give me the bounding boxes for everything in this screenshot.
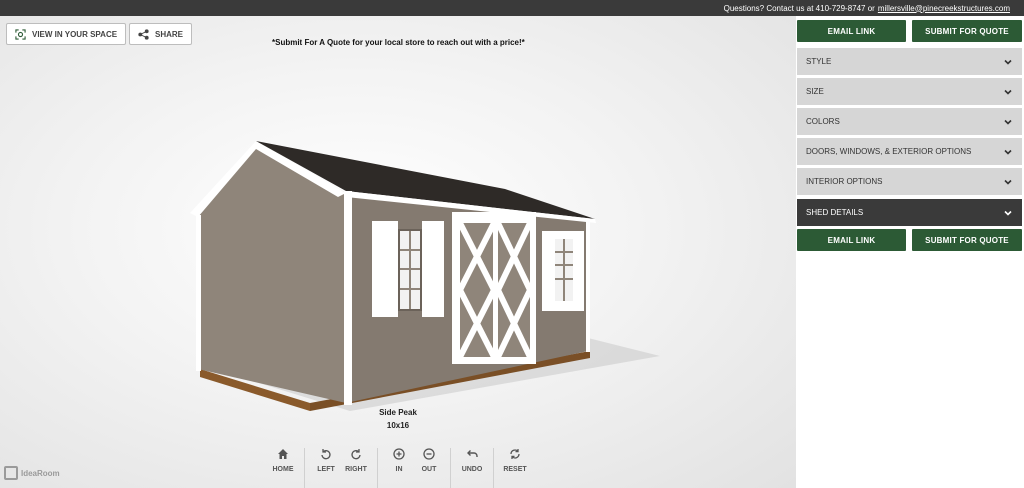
chevron-down-icon xyxy=(1004,210,1012,216)
section-doors-windows-exterior[interactable]: DOORS, WINDOWS, & EXTERIOR OPTIONS xyxy=(797,138,1022,165)
view-controls: HOME LEFT RIGHT IN OUT UNDO RESET xyxy=(262,448,536,488)
section-shed-details[interactable]: SHED DETAILS xyxy=(797,199,1022,226)
home-label: HOME xyxy=(272,466,294,473)
section-size[interactable]: SIZE xyxy=(797,78,1022,105)
quote-notice: *Submit For A Quote for your local store… xyxy=(272,38,525,47)
undo-label: UNDO xyxy=(461,466,483,473)
share-icon xyxy=(138,28,149,40)
zoom-in-icon xyxy=(393,448,405,460)
contact-text: Questions? Contact us at 410-729-8747 or xyxy=(723,3,875,13)
share-label: SHARE xyxy=(155,29,184,39)
section-style-label: STYLE xyxy=(806,57,832,66)
chevron-down-icon xyxy=(1004,89,1012,95)
zoom-out-label: OUT xyxy=(421,466,437,473)
section-style[interactable]: STYLE xyxy=(797,48,1022,75)
section-colors-label: COLORS xyxy=(806,117,840,126)
reset-label: RESET xyxy=(503,466,527,473)
undo-button[interactable]: UNDO xyxy=(457,448,487,488)
share-button[interactable]: SHARE xyxy=(129,23,193,45)
zoom-out-button[interactable]: OUT xyxy=(414,448,444,488)
shed-size-label: 10x16 xyxy=(386,421,410,430)
chevron-down-icon xyxy=(1004,179,1012,185)
view-in-your-space-label: VIEW IN YOUR SPACE xyxy=(32,29,118,39)
contact-bar: Questions? Contact us at 410-729-8747 or… xyxy=(0,0,1024,16)
shed-3d-model[interactable] xyxy=(160,111,680,421)
zoom-out-icon xyxy=(423,448,435,460)
idearoom-logo-text: IdeaRoom xyxy=(21,468,60,478)
view-in-your-space-button[interactable]: VIEW IN YOUR SPACE xyxy=(6,23,127,45)
section-doors-windows-exterior-label: DOORS, WINDOWS, & EXTERIOR OPTIONS xyxy=(806,147,972,156)
undo-icon xyxy=(467,450,478,457)
home-button[interactable]: HOME xyxy=(268,448,298,488)
rotate-left-icon xyxy=(321,449,331,460)
chevron-down-icon xyxy=(1004,59,1012,65)
home-icon xyxy=(278,449,288,459)
idearoom-logo: IdeaRoom xyxy=(4,466,60,480)
rotate-right-label: RIGHT xyxy=(345,466,367,473)
email-link-button-bottom[interactable]: EMAIL LINK xyxy=(797,229,906,251)
shed-style-label: Side Peak xyxy=(379,408,417,417)
3d-viewer[interactable]: VIEW IN YOUR SPACE SHARE *Submit For A Q… xyxy=(0,16,796,488)
rotate-left-label: LEFT xyxy=(317,466,335,473)
section-shed-details-label: SHED DETAILS xyxy=(806,208,864,217)
zoom-in-button[interactable]: IN xyxy=(384,448,414,488)
shed-caption: Side Peak 10x16 xyxy=(360,406,436,432)
section-interior-options[interactable]: INTERIOR OPTIONS xyxy=(797,168,1022,195)
rotate-right-icon xyxy=(351,449,361,460)
chevron-down-icon xyxy=(1004,119,1012,125)
rotate-left-button[interactable]: LEFT xyxy=(311,448,341,488)
email-link-button-top[interactable]: EMAIL LINK xyxy=(797,20,906,42)
reset-icon xyxy=(510,449,520,459)
rotate-right-button[interactable]: RIGHT xyxy=(341,448,371,488)
submit-quote-button-bottom[interactable]: SUBMIT FOR QUOTE xyxy=(912,229,1022,251)
chevron-down-icon xyxy=(1004,149,1012,155)
section-size-label: SIZE xyxy=(806,87,824,96)
section-colors[interactable]: COLORS xyxy=(797,108,1022,135)
reset-button[interactable]: RESET xyxy=(500,448,530,488)
options-sidebar: EMAIL LINK SUBMIT FOR QUOTE STYLE SIZE C… xyxy=(796,16,1024,488)
submit-quote-button-top[interactable]: SUBMIT FOR QUOTE xyxy=(912,20,1022,42)
contact-email-link[interactable]: millersville@pinecreekstructures.com xyxy=(878,4,1010,13)
section-interior-options-label: INTERIOR OPTIONS xyxy=(806,177,883,186)
idearoom-logo-icon xyxy=(4,466,18,480)
ar-view-icon xyxy=(15,28,26,40)
zoom-in-label: IN xyxy=(395,466,403,473)
